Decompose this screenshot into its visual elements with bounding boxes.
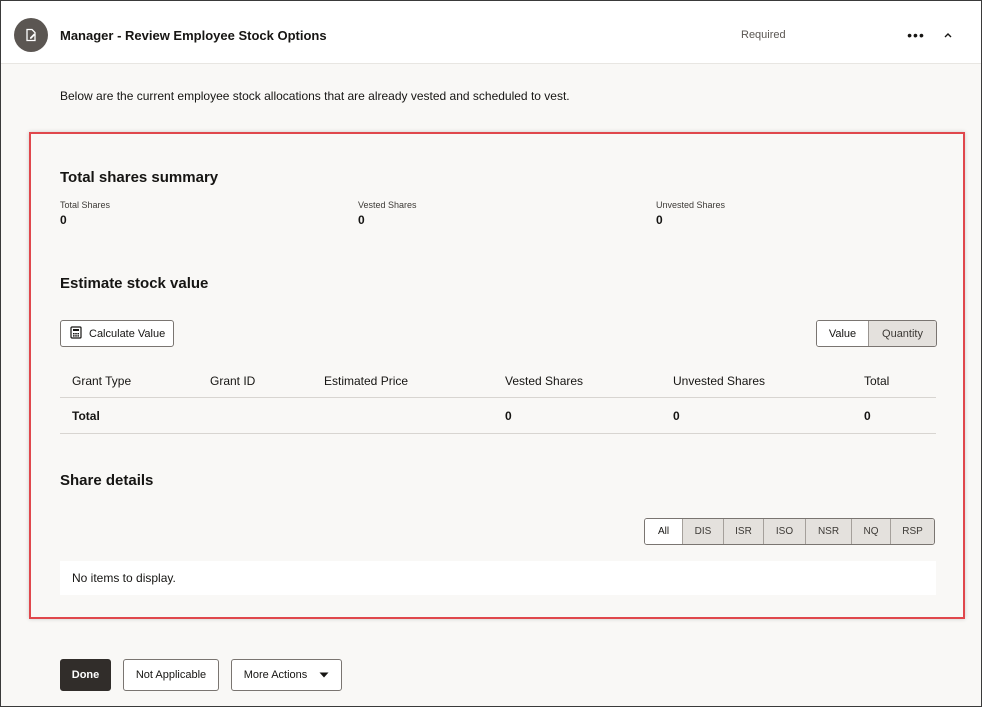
toggle-value[interactable]: Value [817,321,869,346]
unvested-shares-label: Unvested Shares [656,200,726,210]
status-badge: Required [741,29,786,41]
total-shares-label: Total Shares [60,200,111,210]
filter-nq[interactable]: NQ [851,519,890,544]
vested-shares-label: Vested Shares [358,200,417,210]
estimate-title: Estimate stock value [60,275,209,292]
total-row-vested: 0 [505,408,512,423]
value-quantity-toggle: Value Quantity [816,320,937,347]
caret-down-icon [319,669,329,681]
column-header: Vested Shares [505,373,584,388]
more-actions-label: More Actions [243,669,308,681]
ellipsis-icon[interactable]: ••• [903,23,929,47]
total-row-total: 0 [864,408,871,423]
filter-all[interactable]: All [645,519,682,544]
task-panel: Manager - Review Employee Stock Options … [0,0,982,707]
document-edit-icon [14,18,48,52]
summary-title: Total shares summary [60,169,219,186]
total-row-label: Total [72,408,100,423]
not-applicable-button[interactable]: Not Applicable [123,659,219,691]
column-header: Grant ID [210,373,256,388]
task-title: Manager - Review Employee Stock Options [60,28,327,43]
intro-text: Below are the current employee stock all… [60,89,570,103]
column-header: Unvested Shares [673,373,766,388]
more-actions-button[interactable]: More Actions [231,659,342,691]
filter-dis[interactable]: DIS [682,519,723,544]
chevron-up-icon[interactable] [937,23,959,47]
task-header: Manager - Review Employee Stock Options … [1,1,981,64]
calculate-value-button[interactable]: Calculate Value [60,320,174,347]
calculator-icon [70,325,82,342]
grant-type-filter: All DIS ISR ISO NSR NQ RSP [644,518,935,545]
column-header: Total [864,373,890,388]
vested-shares-value: 0 [358,213,365,227]
share-details-title: Share details [60,472,154,489]
total-row-unvested: 0 [673,408,680,423]
filter-iso[interactable]: ISO [763,519,805,544]
done-button[interactable]: Done [60,659,111,691]
unvested-shares-value: 0 [656,213,663,227]
column-header: Grant Type [72,373,132,388]
table-header: Grant Type Grant ID Estimated Price Vest… [60,364,936,398]
total-shares-value: 0 [60,213,67,227]
toggle-quantity[interactable]: Quantity [869,321,936,346]
total-row: Total 0 0 0 [60,398,936,434]
filter-isr[interactable]: ISR [723,519,763,544]
column-header: Estimated Price [324,373,409,388]
filter-rsp[interactable]: RSP [890,519,934,544]
empty-state: No items to display. [60,561,936,595]
calculate-value-label: Calculate Value [89,327,166,340]
filter-nsr[interactable]: NSR [805,519,851,544]
